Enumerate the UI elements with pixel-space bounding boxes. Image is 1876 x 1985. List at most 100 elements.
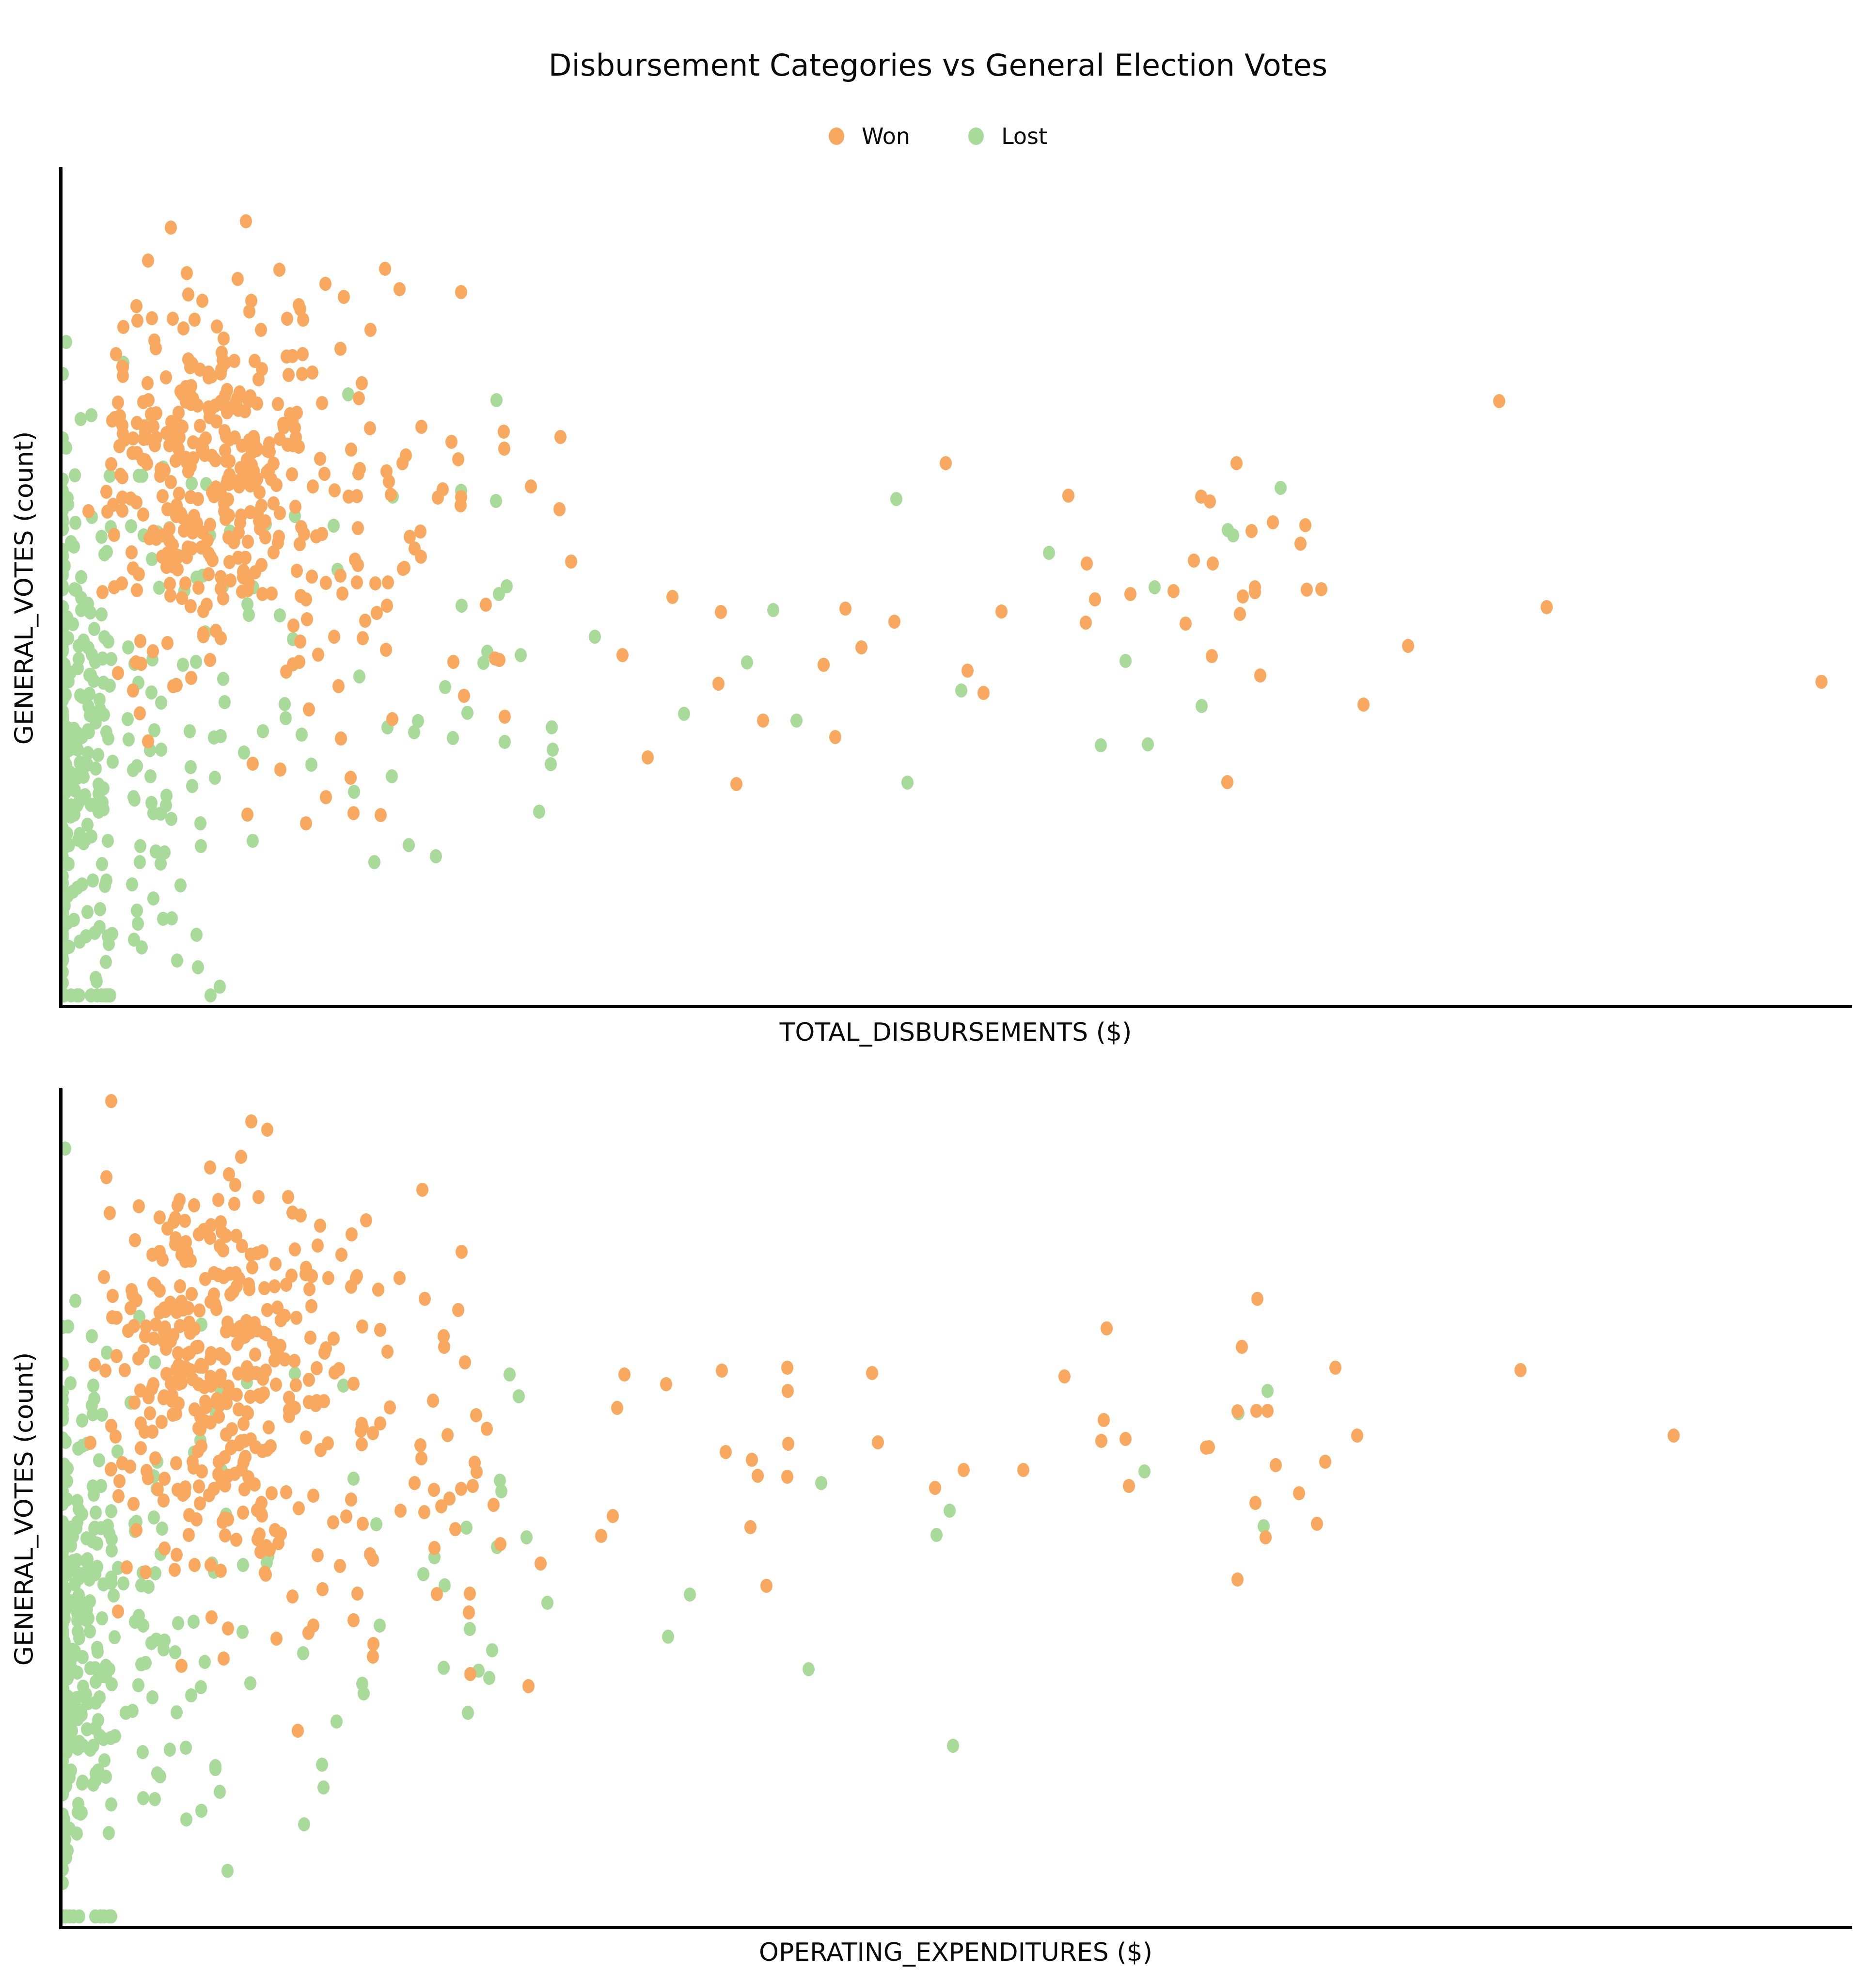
scatter-point-lost: [195, 839, 207, 853]
scatter-point-won: [274, 1313, 287, 1328]
scatter-point-lost: [68, 783, 81, 798]
scatter-point-won: [150, 430, 163, 445]
scatter-point-lost: [75, 1611, 88, 1625]
scatter-point-lost: [297, 1646, 310, 1661]
scatter-point-lost: [89, 1506, 102, 1520]
legend-label-lost: Lost: [1001, 123, 1048, 149]
scatter-point-lost: [83, 708, 96, 723]
scatter-point-lost: [178, 583, 191, 598]
scatter-point-lost: [76, 1507, 88, 1522]
scatter-point-won: [291, 1723, 304, 1738]
scatter-point-won: [641, 750, 654, 765]
scatter-point-lost: [66, 1643, 79, 1657]
scatter-point-won: [829, 730, 841, 744]
scatter-point-won: [715, 1363, 728, 1378]
scatter-point-lost: [368, 855, 380, 870]
scatter-point-won: [137, 431, 150, 446]
scatter-point-won: [221, 473, 234, 487]
scatter-point-lost: [77, 1738, 89, 1753]
scatter-point-won: [252, 1388, 265, 1403]
scatter-point-lost: [76, 1688, 88, 1703]
scatter-point-won: [157, 1252, 169, 1267]
scatter-point-lost: [546, 720, 558, 734]
scatter-point-lost: [98, 547, 111, 561]
scatter-point-won: [719, 1445, 732, 1460]
scatter-point-lost: [174, 878, 187, 892]
scatter-point-won: [459, 1355, 472, 1369]
scatter-point-lost: [85, 510, 98, 524]
scatter-point-lost: [109, 1729, 122, 1743]
scatter-point-lost: [65, 988, 78, 1003]
scatter-point-lost: [298, 1817, 310, 1832]
scatter-point-won: [220, 1229, 233, 1243]
scatter-point-won: [233, 1437, 246, 1452]
scatter-point-won: [611, 1401, 623, 1415]
scatter-point-won: [1233, 607, 1246, 621]
scatter-point-lost: [81, 758, 94, 772]
scatter-point-lost: [947, 1738, 960, 1753]
scatter-point-won: [208, 1482, 221, 1496]
scatter-point-won: [261, 1303, 273, 1318]
scatter-point-won: [1058, 1369, 1071, 1383]
scatter-point-won: [180, 394, 192, 409]
scatter-point-lost: [85, 988, 98, 1003]
scatter-point-won: [1254, 668, 1267, 683]
scatter-point-won: [1493, 394, 1505, 408]
scatter-point-won: [213, 1239, 226, 1253]
scatter-point-won: [287, 618, 300, 633]
scatter-point-lost: [547, 742, 559, 757]
scatter-point-won: [242, 1470, 255, 1485]
scatter-point-lost: [95, 1521, 108, 1535]
scatter-point-won: [275, 1527, 287, 1541]
scatter-point-won: [172, 504, 185, 519]
scatter-point-won: [170, 1548, 183, 1562]
legend-item-lost[interactable]: Lost: [968, 125, 1047, 147]
scatter-point-lost: [74, 412, 87, 426]
legend-item-won[interactable]: Won: [828, 123, 911, 149]
scatter-point-won: [181, 383, 193, 398]
scatter-point-won: [163, 438, 175, 452]
scatter-point-won: [208, 1297, 221, 1312]
scatter-point-lost: [105, 520, 117, 535]
plot-area-top[interactable]: [59, 167, 1852, 1008]
scatter-point-lost: [62, 491, 74, 506]
scatter-point-won: [175, 1658, 188, 1673]
scatter-point-won: [219, 388, 231, 402]
scatter-point-lost: [97, 781, 110, 795]
scatter-point-lost: [130, 759, 143, 773]
scatter-point-won: [206, 485, 219, 499]
scatter-point-won: [1248, 585, 1261, 600]
scatter-point-lost: [683, 1587, 696, 1602]
plot-area-bottom[interactable]: [59, 1088, 1852, 1929]
scatter-point-lost: [179, 1741, 192, 1755]
scatter-point-lost: [461, 706, 474, 720]
scatter-point-won: [193, 1479, 205, 1493]
scatter-point-lost: [61, 1843, 74, 1858]
scatter-point-won: [282, 437, 294, 452]
scatter-panel-operating-expenditures[interactable]: [59, 1088, 1852, 1929]
legend-label-won: Won: [861, 123, 911, 149]
scatter-point-won: [302, 1625, 315, 1640]
scatter-point-won: [225, 1441, 237, 1455]
scatter-point-won: [233, 525, 245, 540]
scatter-point-won: [372, 1282, 384, 1297]
scatter-point-won: [286, 1205, 299, 1220]
scatter-point-won: [267, 1336, 279, 1350]
scatter-point-lost: [75, 1807, 87, 1821]
scatter-panel-total-disbursements[interactable]: [59, 167, 1852, 1008]
scatter-point-won: [244, 389, 256, 403]
scatter-point-won: [227, 1284, 239, 1299]
scatter-point-lost: [105, 1677, 118, 1691]
scatter-point-lost: [91, 974, 103, 989]
scatter-point-won: [219, 1528, 232, 1543]
scatter-point-won: [281, 349, 293, 364]
scatter-point-lost: [331, 562, 344, 577]
scatter-point-won: [219, 399, 231, 414]
scatter-point-won: [241, 808, 254, 822]
scatter-point-lost: [461, 1706, 474, 1720]
scatter-point-won: [214, 1374, 226, 1389]
scatter-point-won: [213, 1454, 225, 1469]
scatter-point-won: [223, 1167, 236, 1182]
scatter-point-won: [329, 483, 341, 498]
scatter-point-won: [165, 414, 178, 429]
